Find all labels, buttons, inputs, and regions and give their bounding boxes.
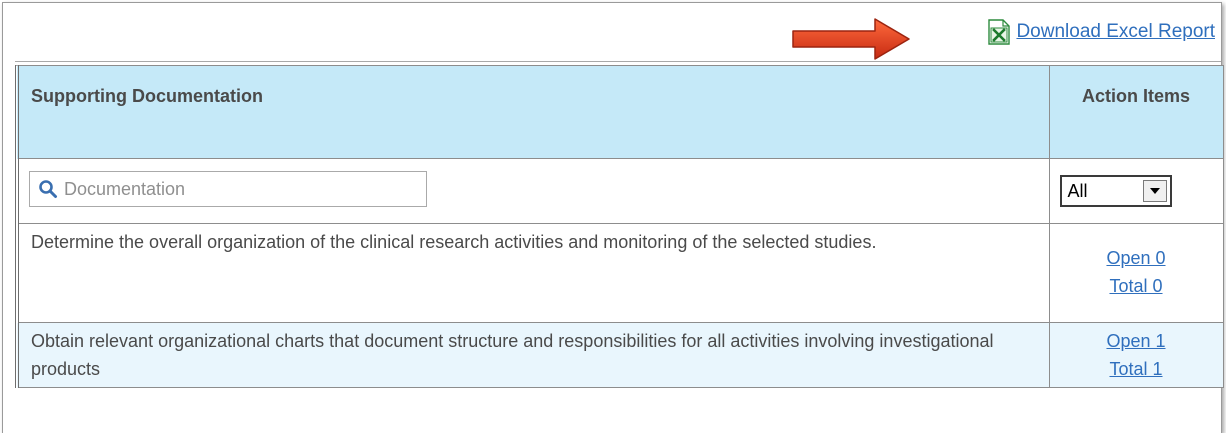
header-supporting-documentation: Supporting Documentation: [15, 65, 1050, 159]
header-documentation-label: Supporting Documentation: [31, 86, 263, 106]
search-icon: [39, 180, 57, 198]
total-action-items-link[interactable]: Total 0: [1050, 272, 1223, 300]
action-items-filter-select[interactable]: All: [1059, 175, 1172, 207]
row-actions-cell: Open 1 Total 1: [1048, 322, 1224, 388]
row-description: Determine the overall organization of th…: [31, 232, 877, 252]
documentation-table: Supporting Documentation Action Items Do…: [15, 65, 1224, 388]
documentation-search-input[interactable]: [62, 177, 406, 201]
filter-row: All: [15, 158, 1224, 224]
annotation-arrow-icon: [792, 18, 910, 60]
row-description-cell: Determine the overall organization of th…: [15, 223, 1050, 323]
chevron-down-icon: [1149, 188, 1160, 194]
header-action-items-label: Action Items: [1081, 86, 1191, 106]
row-actions-cell: Open 0 Total 0: [1048, 223, 1224, 323]
download-label: Download Excel Report: [1016, 21, 1215, 42]
documentation-filter-cell: [15, 158, 1050, 224]
dropdown-button[interactable]: [1142, 180, 1167, 202]
open-action-items-link[interactable]: Open 0: [1050, 244, 1223, 272]
table-row: Determine the overall organization of th…: [15, 223, 1224, 323]
header-action-items: Action Items: [1048, 65, 1224, 159]
report-frame: Download Excel Report Supporting Documen…: [0, 0, 1226, 433]
toolbar: Download Excel Report: [3, 3, 1221, 60]
row-actions: Open 0 Total 0: [1050, 224, 1223, 300]
action-filter-cell: All: [1048, 158, 1224, 224]
row-description: Obtain relevant organizational charts th…: [31, 331, 994, 379]
action-items-filter-value: All: [1067, 181, 1088, 201]
excel-file-icon: [988, 19, 1011, 45]
header-row: Supporting Documentation Action Items: [15, 65, 1224, 159]
report-panel: Download Excel Report Supporting Documen…: [2, 2, 1224, 433]
documentation-search-box[interactable]: [29, 171, 427, 207]
open-action-items-link[interactable]: Open 1: [1050, 327, 1223, 355]
download-excel-report-link[interactable]: Download Excel Report: [988, 19, 1215, 45]
total-action-items-link[interactable]: Total 1: [1050, 355, 1223, 383]
table-row: Obtain relevant organizational charts th…: [15, 322, 1224, 388]
row-description-cell: Obtain relevant organizational charts th…: [15, 322, 1050, 388]
row-actions: Open 1 Total 1: [1050, 323, 1223, 383]
